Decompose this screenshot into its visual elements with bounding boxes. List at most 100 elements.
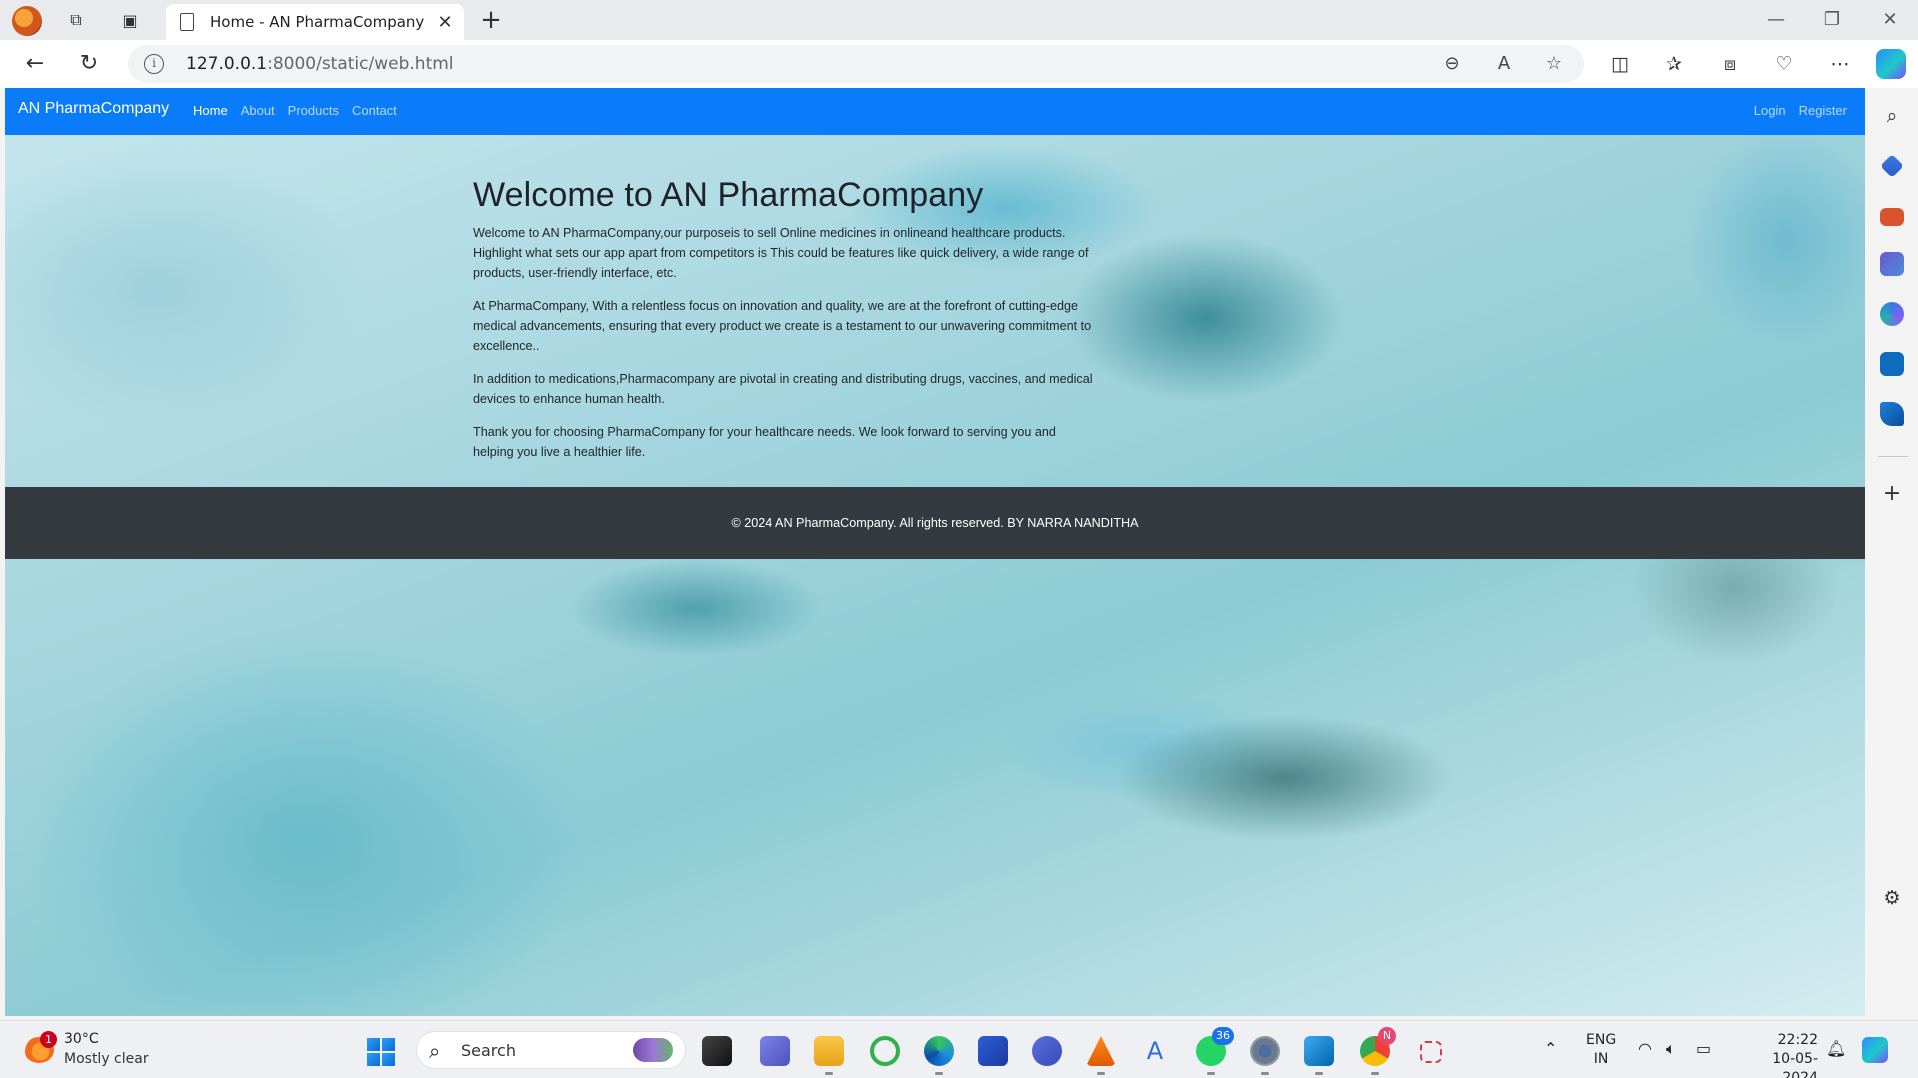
weather-description[interactable]: Mostly clear <box>64 1051 149 1067</box>
favorites-icon[interactable]: ✰ <box>1658 50 1690 78</box>
search-label: Search <box>461 1041 516 1060</box>
intro-paragraph: Welcome to AN PharmaCompany,our purposei… <box>473 226 1089 280</box>
refresh-icon[interactable]: ↻ <box>72 49 106 79</box>
sidebar-search-icon[interactable]: ⌕ <box>1876 102 1908 130</box>
wifi-icon[interactable]: ◠ <box>1638 1039 1652 1058</box>
font-app-icon[interactable]: A <box>1140 1036 1170 1066</box>
shopping-tag-icon[interactable] <box>1880 154 1904 178</box>
whatsapp-badge: 36 <box>1212 1027 1234 1045</box>
medications-paragraph: In addition to medications,Pharmacompany… <box>473 372 1093 406</box>
collections-icon[interactable]: ⧈ <box>1714 50 1746 78</box>
search-highlight-icon <box>633 1038 673 1062</box>
site-nav-links: Home About Products Contact <box>193 103 410 118</box>
browser-essentials-icon[interactable]: ♡ <box>1768 50 1800 78</box>
browser-tab-active[interactable]: Home - AN PharmaCompany ✕ <box>166 4 464 40</box>
url-text[interactable]: 127.0.0.1:8000/static/web.html <box>186 54 454 74</box>
language-code: ENG <box>1586 1032 1617 1048</box>
system-clock[interactable]: 22:22 10-05-2024 <box>1740 1031 1818 1078</box>
sync-app-icon[interactable] <box>870 1036 900 1066</box>
new-tab-button[interactable]: + <box>476 5 506 35</box>
restore-button[interactable]: ❐ <box>1812 6 1852 34</box>
edge-icon[interactable] <box>924 1036 954 1066</box>
running-indicator <box>1261 1072 1269 1075</box>
store-icon[interactable] <box>978 1036 1008 1066</box>
notifications-bell-icon[interactable]: 🔔︎ <box>1826 1039 1846 1058</box>
start-button[interactable] <box>367 1038 395 1066</box>
volume-icon[interactable]: 🔈︎ <box>1666 1039 1676 1059</box>
nav-products-link[interactable]: Products <box>288 103 339 118</box>
file-explorer-icon[interactable] <box>814 1036 844 1066</box>
register-link[interactable]: Register <box>1799 103 1847 118</box>
more-options-icon[interactable]: ⋯ <box>1824 50 1856 78</box>
browser-toolbar: ← ↻ i 127.0.0.1:8000/static/web.html ⊖ A… <box>0 40 1918 88</box>
site-footer: © 2024 AN PharmaCompany. All rights rese… <box>5 487 1865 559</box>
clock-date: 10-05-2024 <box>1772 1051 1818 1078</box>
sidebar-settings-icon[interactable]: ⚙ <box>1876 884 1908 912</box>
region-code: IN <box>1593 1051 1609 1067</box>
login-link[interactable]: Login <box>1754 103 1786 118</box>
games-icon[interactable] <box>1880 252 1904 276</box>
split-screen-icon[interactable]: ◫ <box>1604 50 1636 78</box>
windows-taskbar: 1 30°C Mostly clear ⌕ Search A 36 N ⌃ EN… <box>0 1020 1918 1078</box>
microsoft-365-icon[interactable] <box>1880 302 1904 326</box>
nav-home-link[interactable]: Home <box>193 103 228 118</box>
workspaces-icon[interactable]: ⧉ <box>62 6 90 34</box>
nav-about-link[interactable]: About <box>241 103 275 118</box>
site-info-icon[interactable]: i <box>144 54 164 74</box>
outlook-icon[interactable] <box>1880 352 1904 376</box>
running-indicator <box>935 1072 943 1075</box>
page-heading: Welcome to AN PharmaCompany <box>473 176 984 214</box>
settings-app-icon[interactable] <box>1250 1036 1280 1066</box>
main-content: Welcome to AN PharmaCompany Welcome to A… <box>473 176 1093 475</box>
show-hidden-icons-chevron[interactable]: ⌃ <box>1544 1039 1557 1058</box>
weather-alert-badge: 1 <box>40 1031 57 1048</box>
affinity-icon[interactable] <box>1032 1036 1062 1066</box>
sidebar-add-icon[interactable]: + <box>1876 480 1908 508</box>
favorite-star-icon[interactable]: ☆ <box>1540 52 1568 76</box>
close-tab-icon[interactable]: ✕ <box>432 12 458 33</box>
thank-you-paragraph: Thank you for choosing PharmaCompany for… <box>473 425 1056 459</box>
chrome-profile-badge: N <box>1378 1027 1396 1045</box>
site-navbar: AN PharmaCompany Home About Products Con… <box>5 88 1865 135</box>
url-path: :8000/static/web.html <box>267 54 454 74</box>
zoom-out-icon[interactable]: ⊖ <box>1438 52 1466 76</box>
language-indicator[interactable]: ENG IN <box>1586 1031 1616 1069</box>
edge-sidebar: ⌕ + ⚙ <box>1866 88 1918 1018</box>
task-view-icon[interactable] <box>702 1036 732 1066</box>
close-window-button[interactable]: ✕ <box>1870 6 1910 34</box>
running-indicator <box>825 1072 833 1075</box>
weather-temperature[interactable]: 30°C <box>64 1031 99 1047</box>
snipping-tool-icon[interactable] <box>1420 1041 1442 1063</box>
nav-contact-link[interactable]: Contact <box>352 103 397 118</box>
copilot-icon[interactable] <box>1876 49 1906 79</box>
vlc-icon[interactable] <box>1086 1036 1116 1066</box>
battery-icon[interactable]: ▭ <box>1696 1039 1711 1058</box>
running-indicator <box>1371 1072 1379 1075</box>
profile-avatar-icon[interactable] <box>12 6 42 36</box>
tab-title: Home - AN PharmaCompany <box>210 13 425 31</box>
running-indicator <box>1315 1072 1323 1075</box>
minimize-button[interactable]: — <box>1756 6 1796 34</box>
footer-text: © 2024 AN PharmaCompany. All rights rese… <box>731 516 1139 530</box>
page-icon <box>180 13 194 31</box>
site-brand[interactable]: AN PharmaCompany <box>18 100 169 118</box>
sidebar-divider <box>1878 456 1908 457</box>
copilot-taskbar-icon[interactable] <box>1862 1037 1888 1063</box>
url-host: 127.0.0.1 <box>186 54 268 74</box>
tools-icon[interactable] <box>1880 208 1904 226</box>
clock-time: 22:22 <box>1777 1032 1818 1048</box>
browser-tab-bar: ⧉ ▣ Home - AN PharmaCompany ✕ + — ❐ ✕ <box>0 0 1918 40</box>
web-page: AN PharmaCompany Home About Products Con… <box>5 88 1865 1016</box>
back-icon[interactable]: ← <box>18 49 52 79</box>
drop-icon[interactable] <box>1880 402 1904 426</box>
innovation-paragraph: At PharmaCompany, With a relentless focu… <box>473 299 1092 353</box>
taskbar-search[interactable]: ⌕ Search <box>416 1031 686 1069</box>
vertical-tabs-icon[interactable]: ▣ <box>116 6 144 34</box>
search-icon: ⌕ <box>429 1039 441 1063</box>
vscode-icon[interactable] <box>1304 1036 1334 1066</box>
auth-links: Login Register <box>1741 103 1847 118</box>
teams-icon[interactable] <box>760 1036 790 1066</box>
read-aloud-icon[interactable]: A <box>1490 52 1518 76</box>
running-indicator <box>1207 1072 1215 1075</box>
address-bar[interactable]: i 127.0.0.1:8000/static/web.html ⊖ A ☆ <box>128 45 1584 83</box>
